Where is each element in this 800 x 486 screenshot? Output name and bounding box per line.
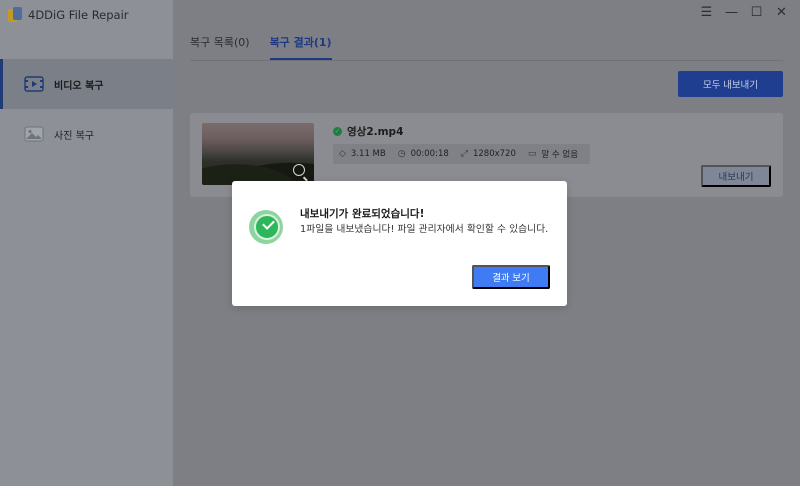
- sidebar: 4DDiG File Repair 비디오 복구 사진 복구: [0, 0, 173, 486]
- dialog-message: 1파일을 내보냈습니다! 파일 관리자에서 확인할 수 있습니다.: [300, 224, 549, 235]
- clock-icon: ◷: [397, 149, 406, 159]
- sidebar-item-photo-repair[interactable]: 사진 복구: [0, 109, 173, 159]
- export-button[interactable]: 내보내기: [701, 165, 771, 187]
- export-complete-dialog: 내보내기가 완료되었습니다! 1파일을 내보냈습니다! 파일 관리자에서 확인할…: [232, 181, 567, 306]
- file-resolution: ⤢ 1280x720: [460, 149, 516, 159]
- tab-bar: 복구 목록(0) 복구 결과(1): [190, 34, 332, 60]
- view-results-button[interactable]: 결과 보기: [472, 265, 550, 289]
- resize-icon: ⤢: [460, 149, 468, 159]
- sidebar-item-label: 사진 복구: [54, 130, 94, 142]
- success-check-icon: [249, 210, 283, 244]
- file-duration: ◷ 00:00:18: [397, 149, 449, 159]
- video-thumbnail[interactable]: [202, 123, 314, 185]
- file-name: 영상2.mp4: [347, 126, 404, 138]
- menu-icon[interactable]: ☰: [700, 6, 713, 20]
- minimize-icon[interactable]: —: [725, 6, 738, 20]
- export-all-button[interactable]: 모두 내보내기: [678, 71, 783, 97]
- image-icon: [24, 126, 44, 142]
- cube-icon: ◇: [339, 149, 346, 159]
- close-icon[interactable]: ✕: [775, 6, 788, 20]
- check-circle-icon: ✓: [333, 127, 342, 136]
- camera-icon: ▭: [527, 149, 537, 159]
- sidebar-item-video-repair[interactable]: 비디오 복구: [0, 59, 173, 109]
- app-title: 4DDiG File Repair: [8, 7, 129, 23]
- app-logo: [8, 7, 22, 23]
- maximize-icon[interactable]: ☐: [750, 6, 763, 20]
- divider: [190, 60, 783, 61]
- tab-recovery-results[interactable]: 복구 결과(1): [269, 34, 332, 60]
- tab-recovery-list[interactable]: 복구 목록(0): [190, 34, 250, 60]
- zoom-in-icon[interactable]: [293, 164, 305, 176]
- dialog-title: 내보내기가 완료되었습니다!: [300, 208, 425, 220]
- file-size: ◇ 3.11 MB: [339, 149, 386, 159]
- file-title: ✓ 영상2.mp4: [333, 124, 403, 139]
- window-controls: ☰ — ☐ ✕: [700, 6, 788, 20]
- app-name: 4DDiG File Repair: [28, 8, 129, 22]
- video-icon: [24, 76, 44, 92]
- sidebar-item-label: 비디오 복구: [54, 80, 104, 92]
- file-codec: ▭ 알 수 없음: [527, 149, 579, 160]
- file-metadata: ◇ 3.11 MB ◷ 00:00:18 ⤢ 1280x720 ▭ 알 수 없음: [333, 144, 591, 164]
